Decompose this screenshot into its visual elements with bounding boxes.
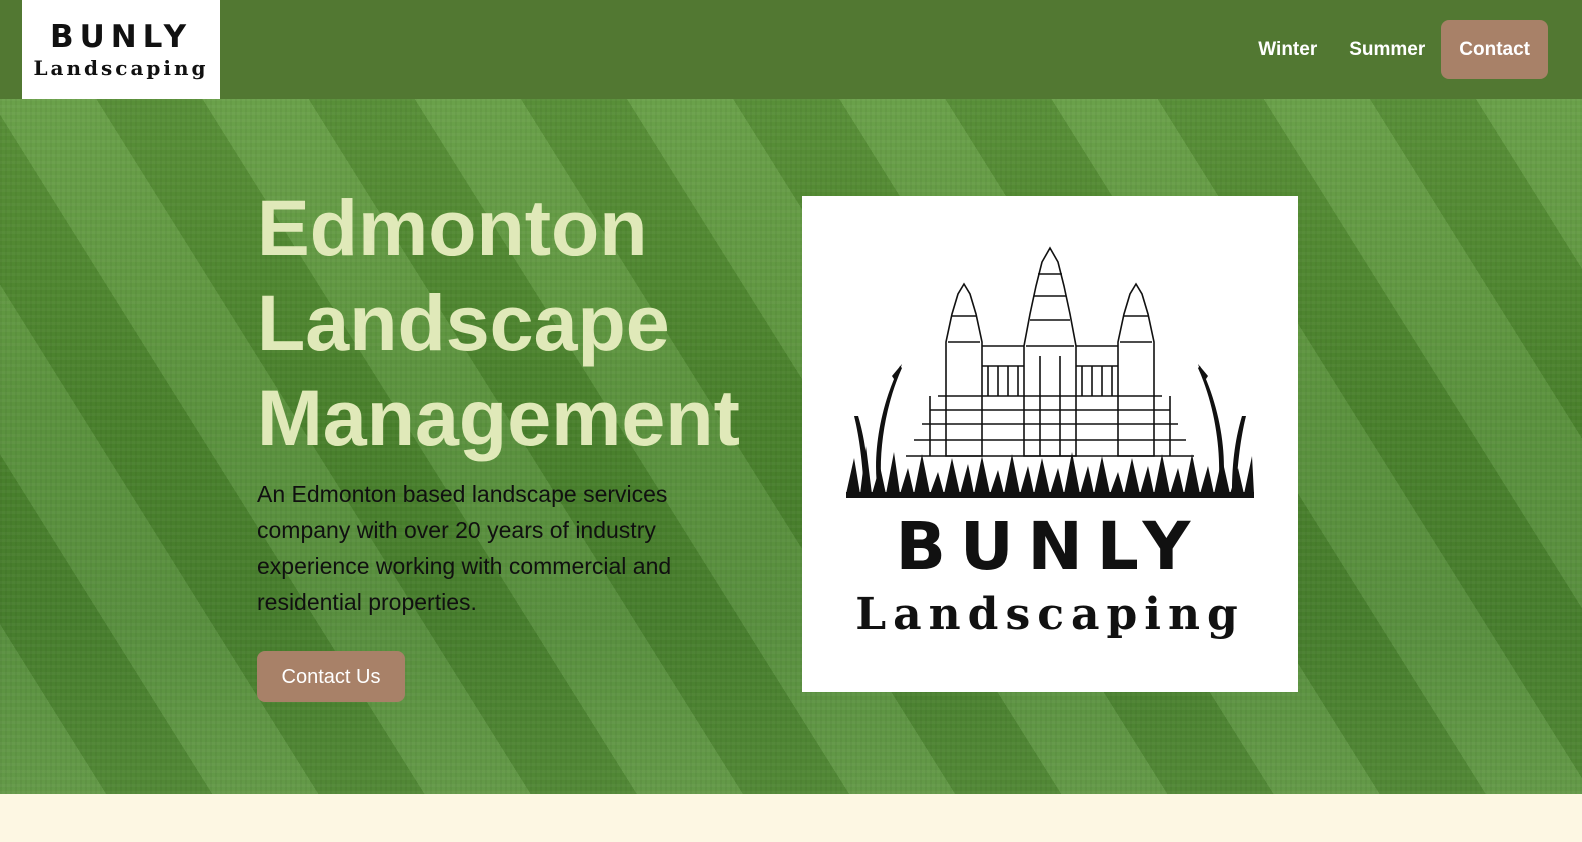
grass-background	[0, 99, 1582, 794]
hero-section	[0, 99, 1582, 794]
hero-title-line: Management	[257, 373, 740, 462]
hero-description: An Edmonton based landscape services com…	[257, 481, 672, 615]
logo-brand-text: BUNLY	[49, 19, 193, 55]
logo-subtitle-text: Landscaping	[33, 56, 209, 80]
nav-contact-button[interactable]: Contact	[1441, 20, 1548, 79]
card-brand-text: BUNLY	[895, 508, 1205, 585]
nav-links: Winter Summer Contact	[1242, 20, 1548, 79]
nav-link-winter[interactable]: Winter	[1242, 39, 1333, 61]
site-logo[interactable]: BUNLY Landscaping	[22, 0, 220, 99]
hero-title-line: Edmonton	[257, 183, 648, 272]
hero-title-line: Landscape	[257, 278, 670, 367]
hero-title: Edmonton Landscape Management	[257, 180, 777, 465]
card-subtitle-text: Landscaping	[855, 589, 1245, 640]
grass-icon	[846, 364, 1254, 498]
hero-logo-card: BUNLY Landscaping	[802, 196, 1298, 692]
top-navbar: BUNLY Landscaping Winter Summer Contact	[0, 0, 1582, 99]
next-section-strip	[0, 794, 1582, 842]
nav-link-summer[interactable]: Summer	[1333, 39, 1441, 61]
contact-us-button[interactable]: Contact Us	[257, 651, 405, 702]
